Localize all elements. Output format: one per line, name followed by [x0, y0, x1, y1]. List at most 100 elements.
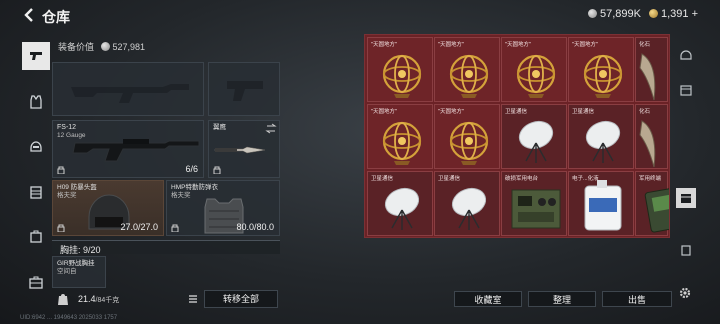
helmet-name: H09 防暴头盔 [57, 184, 97, 191]
primary-weapon-slot[interactable]: FS-12 12 Gauge 6/6 [52, 120, 204, 178]
tab-storage-2[interactable] [676, 80, 696, 100]
settings-gear-icon[interactable] [678, 286, 692, 300]
item-label: "天圆地方" [505, 42, 531, 48]
storage-item-armillary[interactable]: "天圆地方" [568, 37, 634, 102]
briefcase-icon [29, 276, 43, 289]
currency-display: 57,899K 1,391 + [587, 8, 698, 20]
rig-capacity-value: 9/20 [83, 245, 101, 255]
melee-name: 翼鹰 [213, 124, 226, 131]
lock-icon [57, 166, 65, 174]
left-tab-bar [22, 32, 50, 304]
rig-icon [30, 186, 42, 199]
item-label: "天圆地方" [438, 109, 464, 115]
tab-armor[interactable] [22, 88, 50, 116]
right-tab-bar [676, 40, 696, 270]
rig-name: GIR野战胸挂 [57, 260, 95, 267]
storage-item-armillary[interactable]: "天圆地方" [367, 104, 433, 169]
tab-rig[interactable] [22, 178, 50, 206]
item-label: 化石 [639, 109, 651, 115]
storage-item-jug[interactable]: 电子...化液 [568, 171, 634, 236]
gold-currency[interactable]: 1,391 + [648, 8, 698, 20]
helmet-tab-icon [680, 50, 692, 60]
list-icon[interactable] [188, 294, 198, 304]
pistol-icon [30, 52, 42, 60]
storage-item-dish[interactable]: 卫星通信 [568, 104, 634, 169]
tab-storage-active[interactable] [676, 188, 696, 208]
bottom-bar: 21.4/84千克 转移全部 [52, 290, 280, 308]
gold-coin-icon [648, 9, 658, 18]
top-bar: 仓库 57,899K 1,391 + [0, 0, 720, 30]
lock-icon [57, 224, 65, 232]
empty-primary-slot[interactable] [52, 62, 204, 116]
storage-item-radio[interactable]: 破损军用电台 [501, 171, 567, 236]
rifle-silhouette-icon [71, 84, 189, 103]
helmet-durability: 27.0/27.0 [120, 222, 158, 232]
weapon-caliber: 12 Gauge [57, 132, 86, 139]
sell-button[interactable]: 出售 [602, 291, 672, 307]
storage-item-dish[interactable]: 卫星通信 [367, 171, 433, 236]
item-label: 卫星通信 [505, 109, 528, 115]
armor-name: HMP特勤防弹衣 [171, 184, 218, 191]
rig-item-slot[interactable]: GIR野战胸挂 空间自 [52, 256, 106, 288]
carry-weight: 21.4/84千克 [78, 294, 120, 304]
rig-tag: 空间自 [57, 268, 77, 275]
transfer-all-button[interactable]: 转移全部 [204, 290, 278, 308]
silver-coin-icon [100, 42, 110, 51]
sort-button[interactable]: 整理 [528, 291, 596, 307]
item-label: 卫星通信 [438, 176, 461, 182]
armor-tag: 格夫奖 [171, 192, 191, 199]
uid-footer: UID:6942 ... 1949643 2025033 1757 [20, 315, 118, 321]
item-label: 化石 [639, 42, 651, 48]
helmet-slot[interactable]: H09 防暴头盔 格夫奖 27.0/27.0 [52, 180, 164, 236]
storage-grid: "天圆地方" "天圆地方" "天圆地方" "天圆地方" 化石 "天圆地方" "天圆地方" 卫星… [364, 34, 670, 238]
silver-coin-icon [587, 9, 597, 18]
back-arrow-icon[interactable] [22, 7, 36, 23]
rig-capacity-bar: 胸挂: 9/20 [52, 240, 280, 255]
chest-icon [681, 194, 691, 203]
storage-item-armillary[interactable]: "天圆地方" [434, 104, 500, 169]
ammo-count: 6/6 [185, 164, 198, 174]
storage-item-fossil[interactable]: 化石 [635, 104, 668, 169]
tab-storage-1[interactable] [676, 44, 696, 64]
storage-item-fossil[interactable]: 化石 [635, 37, 668, 102]
melee-slot[interactable]: 翼鹰 [208, 120, 280, 178]
equipment-panel: 装备价值 527,981 FS-12 12 Gauge 6/6 翼鹰 H09 防… [52, 32, 280, 310]
empty-sidearm-slot[interactable] [208, 62, 280, 116]
helmet-tag: 格夫奖 [57, 192, 77, 199]
lock-icon [213, 166, 221, 174]
pistol-silhouette-icon [227, 81, 263, 101]
weapon-name: FS-12 [57, 124, 77, 131]
storage-item-terminal[interactable]: 军用终端 [635, 171, 669, 236]
weight-icon [58, 294, 68, 305]
vest-icon [30, 95, 42, 109]
item-label: 军用终端 [639, 176, 662, 182]
tab-weapons[interactable] [22, 42, 50, 70]
helmet-icon [30, 141, 42, 152]
box-icon [681, 245, 691, 256]
item-label: 卫星通信 [371, 176, 394, 182]
item-label: "天圆地方" [371, 42, 397, 48]
storage-item-armillary[interactable]: "天圆地方" [434, 37, 500, 102]
item-label: "天圆地方" [438, 42, 464, 48]
tab-helmet[interactable] [22, 132, 50, 160]
storage-item-armillary[interactable]: "天圆地方" [367, 37, 433, 102]
collection-button[interactable]: 收藏室 [454, 291, 522, 307]
armor-slot[interactable]: HMP特勤防弹衣 格夫奖 80.0/80.0 [166, 180, 280, 236]
storage-item-dish[interactable]: 卫星通信 [434, 171, 500, 236]
item-label: "天圆地方" [371, 109, 397, 115]
silver-currency: 57,899K [587, 8, 641, 20]
item-label: 破损军用电台 [505, 176, 539, 182]
storage-item-armillary[interactable]: "天圆地方" [501, 37, 567, 102]
item-label: 电子...化液 [572, 176, 599, 182]
knife-icon [214, 146, 266, 154]
tab-case[interactable] [22, 268, 50, 296]
crate-icon [680, 85, 692, 96]
item-label: 卫星通信 [572, 109, 595, 115]
rig-capacity-label: 胸挂 [60, 245, 79, 255]
storage-item-dish[interactable]: 卫星通信 [501, 104, 567, 169]
tab-backpack[interactable] [22, 222, 50, 250]
add-currency-button[interactable]: + [692, 8, 698, 20]
item-label: "天圆地方" [572, 42, 598, 48]
tab-storage-4[interactable] [676, 240, 696, 260]
armor-durability: 80.0/80.0 [236, 222, 274, 232]
